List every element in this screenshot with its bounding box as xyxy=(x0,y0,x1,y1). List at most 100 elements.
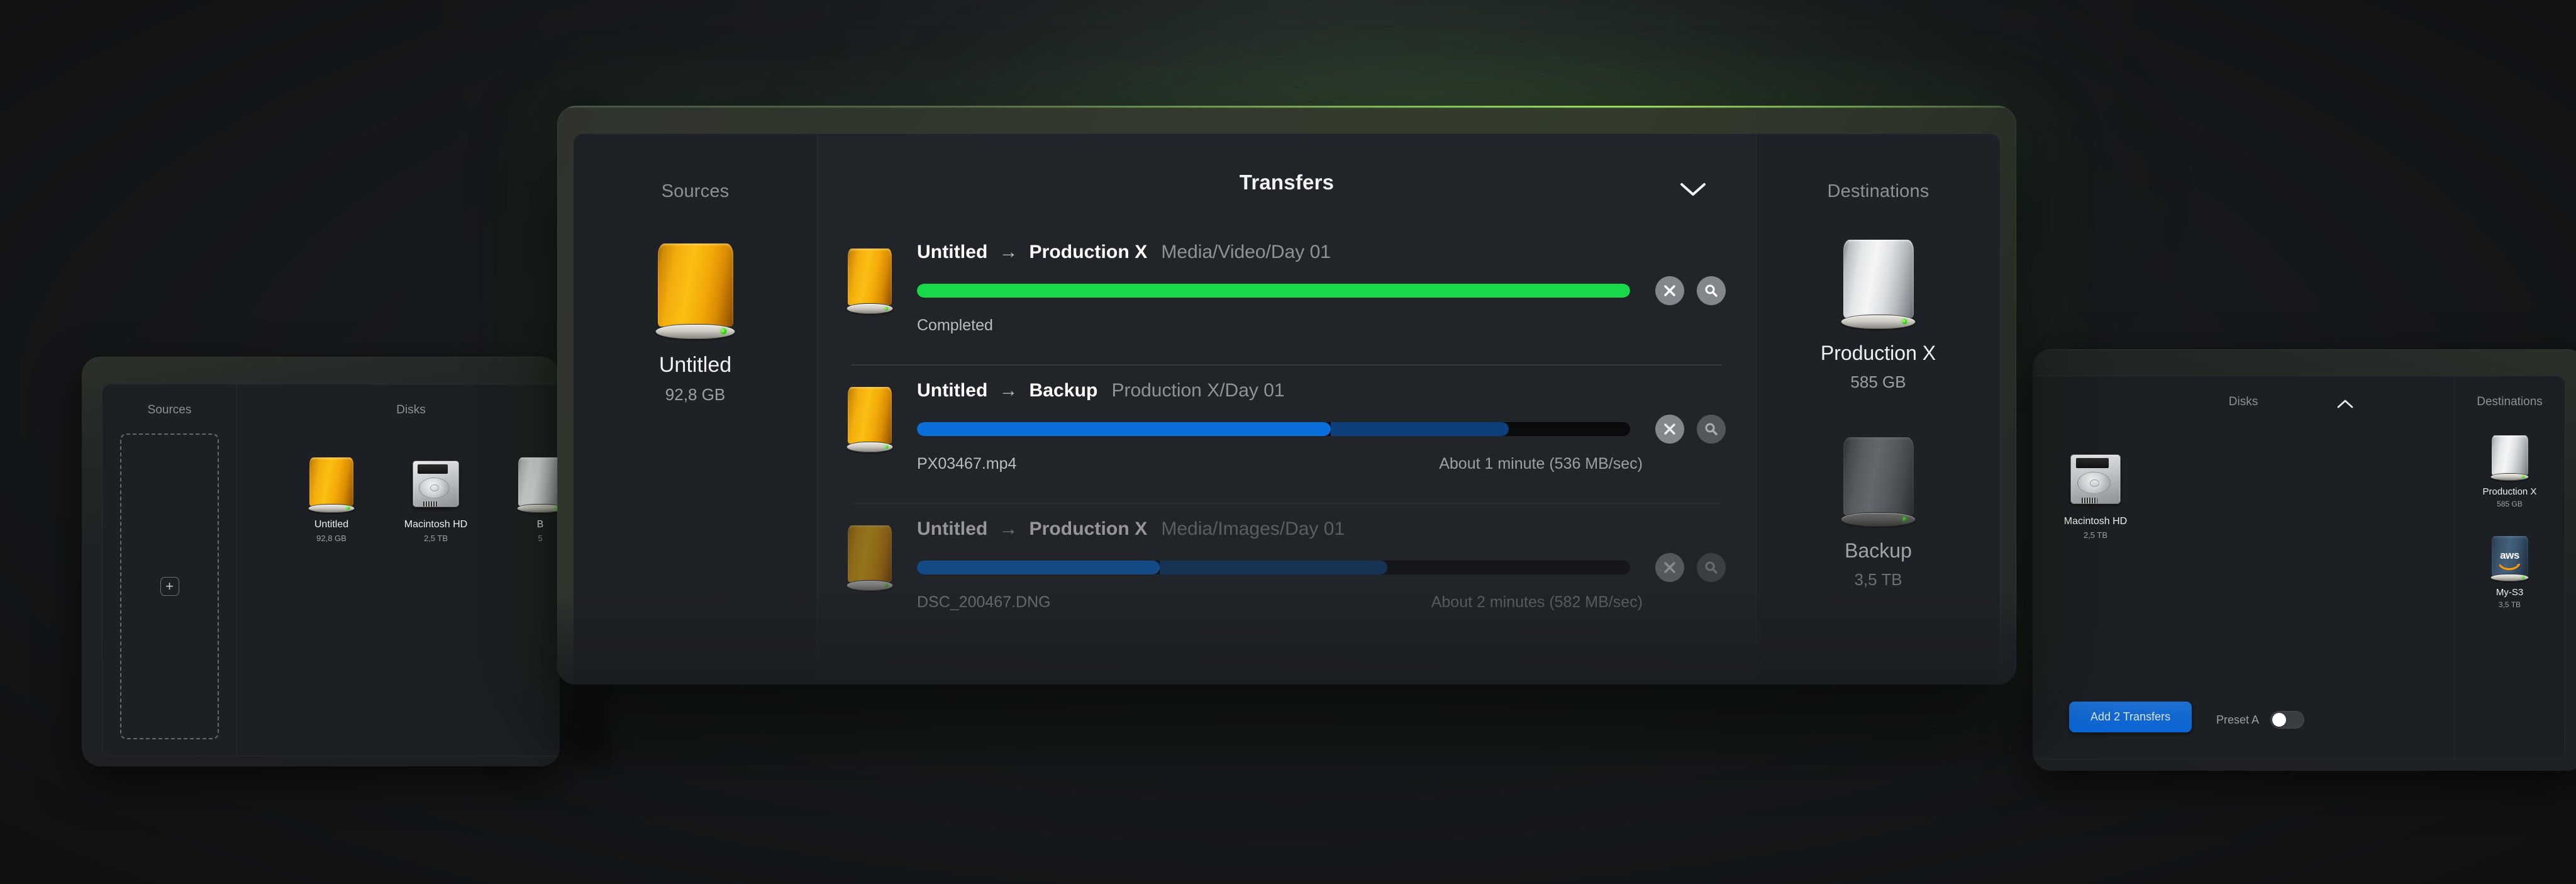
background-window-left[interactable]: Sources + Disks Untitled 92,8 GB Macinto… xyxy=(82,357,560,766)
right-window-content: Disks Macintosh HD 2,5 TB Add 2 Transfer… xyxy=(2033,376,2565,759)
disk-name: Macintosh HD xyxy=(404,519,468,530)
source-name: Untitled xyxy=(658,353,732,377)
transfers-list: Untitled → Production X Media/Video/Day … xyxy=(846,226,1726,641)
aws-smile-icon xyxy=(2499,563,2521,571)
progress-fill xyxy=(917,561,1160,574)
progress-bar xyxy=(917,561,1630,574)
toggle-knob xyxy=(2272,713,2286,727)
background-window-right[interactable]: Disks Macintosh HD 2,5 TB Add 2 Transfer… xyxy=(2033,349,2576,771)
destination-name: Production X xyxy=(2482,486,2537,497)
preset-label: Preset A xyxy=(2216,713,2259,726)
sources-title: Sources xyxy=(661,181,730,201)
aws-wordmark: aws xyxy=(2500,549,2519,561)
external-drive-orange-icon xyxy=(308,457,355,513)
destination-item[interactable]: aws My-S3 3,5 TB xyxy=(2483,536,2537,609)
transfers-window-content: Sources Untitled 92,8 GB Transfers Untit… xyxy=(573,133,2001,685)
transfer-status: PX03467.mp4 xyxy=(917,455,1017,473)
destination-name: My-S3 xyxy=(2496,587,2524,598)
destination-size: 3,5 TB xyxy=(1854,570,1902,589)
transfer-destination: Production X xyxy=(1029,518,1148,539)
external-drive-silver-icon xyxy=(1841,240,1916,329)
source-size: 92,8 GB xyxy=(665,385,726,404)
chevron-down-icon[interactable] xyxy=(1670,172,1716,207)
transfer-route: Untitled → Backup Production X/Day 01 xyxy=(917,380,1726,401)
left-disks-grid: Untitled 92,8 GB Macintosh HD 2,5 TB B 5 xyxy=(237,417,560,543)
arrow-right-icon: → xyxy=(999,518,1018,539)
transfer-route: Untitled → Production X Media/Video/Day … xyxy=(917,242,1726,262)
progress-fill xyxy=(917,284,1630,298)
right-disks-grid: Macintosh HD 2,5 TB xyxy=(2033,409,2454,540)
table-row[interactable]: Untitled → Production X Media/Images/Day… xyxy=(846,503,1726,641)
search-icon[interactable] xyxy=(1697,553,1726,582)
transfers-window[interactable]: Sources Untitled 92,8 GB Transfers Untit… xyxy=(557,106,2016,685)
add-transfers-button[interactable]: Add 2 Transfers xyxy=(2069,702,2192,732)
transfer-destination: Production X xyxy=(1029,242,1148,262)
disk-item[interactable]: Macintosh HD 2,5 TB xyxy=(402,457,470,543)
search-icon[interactable] xyxy=(1697,276,1726,305)
destinations-title: Destinations xyxy=(1827,181,1929,201)
progress-bar xyxy=(917,422,1630,436)
transfer-path: Media/Video/Day 01 xyxy=(1161,242,1331,262)
disk-size: 2,5 TB xyxy=(2083,530,2108,540)
destination-size: 585 GB xyxy=(1850,372,1906,391)
close-icon[interactable] xyxy=(1655,415,1684,444)
preset-control: Preset A xyxy=(2216,711,2304,729)
preset-toggle[interactable] xyxy=(2270,711,2304,729)
disk-size: 92,8 GB xyxy=(316,534,347,543)
disk-size: 5 xyxy=(538,534,543,543)
disk-name: B xyxy=(536,519,544,530)
left-window-content: Sources + Disks Untitled 92,8 GB Macinto… xyxy=(102,384,560,756)
page-title: Transfers xyxy=(1239,171,1335,194)
transfer-route: Untitled → Production X Media/Images/Day… xyxy=(917,518,1726,539)
source-item[interactable]: Untitled 92,8 GB xyxy=(574,243,817,405)
external-drive-orange-icon xyxy=(846,525,894,591)
external-drive-silver-icon xyxy=(2490,435,2529,481)
sources-dropzone[interactable]: + xyxy=(120,434,219,739)
external-drive-silver-icon xyxy=(516,457,560,513)
transfer-path: Production X/Day 01 xyxy=(1111,380,1285,401)
table-row[interactable]: Untitled → Production X Media/Video/Day … xyxy=(846,226,1726,364)
row-actions xyxy=(1655,553,1726,582)
search-icon[interactable] xyxy=(1697,415,1726,444)
left-window-sources-pane: Sources + xyxy=(103,384,237,756)
destination-size: 3,5 TB xyxy=(2498,600,2521,609)
right-disks-title: Disks xyxy=(2228,395,2258,408)
progress-bar xyxy=(917,284,1630,298)
progress-buffer xyxy=(1330,422,1509,436)
external-drive-orange-icon xyxy=(846,249,894,314)
right-destinations-title: Destinations xyxy=(2477,395,2543,408)
progress-fill xyxy=(917,422,1331,436)
disk-item[interactable]: Untitled 92,8 GB xyxy=(297,457,365,543)
external-drive-dark-icon xyxy=(1841,437,1916,527)
transfer-status: Completed xyxy=(917,316,993,334)
chevron-up-icon[interactable] xyxy=(2337,399,2353,412)
transfer-source: Untitled xyxy=(917,518,988,539)
progress-buffer xyxy=(1159,561,1388,574)
destination-size: 585 GB xyxy=(2497,500,2523,508)
transfer-source: Untitled xyxy=(917,380,988,401)
row-actions xyxy=(1655,415,1726,444)
destinations-pane: Destinations Production X 585 GB Backup … xyxy=(1756,134,2000,685)
transfer-status: DSC_200467.DNG xyxy=(917,593,1051,611)
left-sources-title: Sources xyxy=(147,403,192,417)
sources-pane: Sources Untitled 92,8 GB xyxy=(574,134,818,685)
arrow-right-icon: → xyxy=(999,380,1018,401)
disk-item[interactable]: B 5 xyxy=(506,457,560,543)
table-row[interactable]: Untitled → Backup Production X/Day 01 PX… xyxy=(846,364,1726,503)
close-icon[interactable] xyxy=(1655,276,1684,305)
arrow-right-icon: → xyxy=(999,242,1018,262)
transfer-destination: Backup xyxy=(1029,380,1098,401)
close-icon[interactable] xyxy=(1655,553,1684,582)
disk-name: Untitled xyxy=(314,519,349,530)
disk-name: Macintosh HD xyxy=(2063,516,2128,527)
right-window-disks-pane: Disks Macintosh HD 2,5 TB Add 2 Transfer… xyxy=(2033,376,2454,759)
transfer-source: Untitled xyxy=(917,242,988,262)
destination-item[interactable]: Production X 585 GB xyxy=(1757,240,2000,392)
transfers-pane: Transfers Untitled → Production X Media/… xyxy=(818,134,1756,685)
disk-item[interactable]: Macintosh HD 2,5 TB xyxy=(2062,450,2129,540)
transfer-eta: About 1 minute (536 MB/sec) xyxy=(1439,455,1643,473)
add-source-button[interactable]: + xyxy=(160,577,179,596)
destination-item[interactable]: Production X 585 GB xyxy=(2483,435,2537,508)
left-disks-title: Disks xyxy=(396,403,426,417)
destination-item[interactable]: Backup 3,5 TB xyxy=(1757,437,2000,590)
